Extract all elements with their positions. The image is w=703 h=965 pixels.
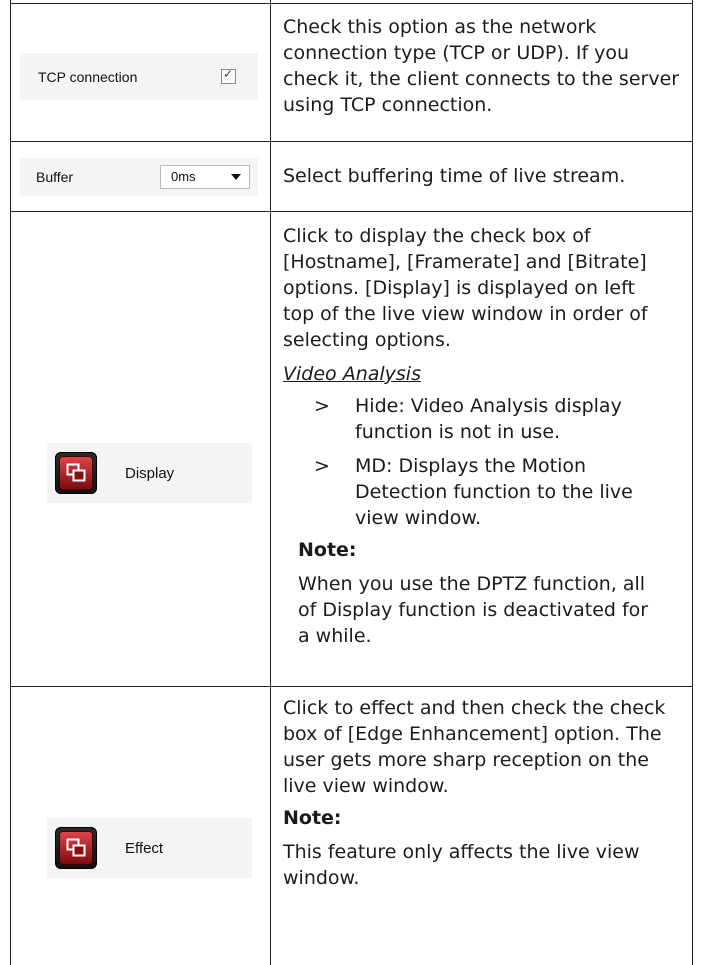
tcp-connection-label: TCP connection	[38, 69, 138, 85]
bullet-line: MD: Displays the Motion	[355, 455, 587, 477]
effect-button[interactable]	[55, 827, 97, 869]
table-border-top	[10, 3, 693, 4]
effect-description: Click to effect and then check the check…	[283, 695, 693, 891]
description-line: box of [Edge Enhancement] option. The	[283, 723, 662, 745]
description-line: options. [Display] is displayed on left	[283, 277, 635, 299]
note-line: When you use the DPTZ function, all	[298, 573, 646, 595]
feature-table: TCP connection ✓ Check this option as th…	[0, 0, 703, 965]
buffer-row-ui: Buffer 0ms	[20, 158, 258, 196]
display-description: Click to display the check box of [Hostn…	[283, 223, 693, 649]
buffer-select[interactable]: 0ms	[160, 165, 250, 189]
video-analysis-heading: Video Analysis	[283, 363, 421, 385]
buffer-select-value: 0ms	[171, 169, 196, 184]
note-line: window.	[283, 867, 360, 889]
note-line: a while.	[298, 625, 372, 647]
note-title: Note:	[298, 539, 357, 561]
effect-row-ui: Effect	[47, 818, 252, 878]
description-line: Click to display the check box of	[283, 225, 591, 247]
bullet-line: Hide: Video Analysis display	[355, 395, 622, 417]
bullet-item: > Hide: Video Analysis display function …	[283, 393, 693, 445]
display-window-icon	[59, 456, 93, 490]
bullet-line: view window.	[355, 507, 482, 529]
description-line: top of the live view window in order of	[283, 303, 648, 325]
display-label: Display	[125, 465, 175, 482]
effect-label: Effect	[125, 840, 164, 857]
bullet-marker: >	[314, 455, 330, 477]
description-line: [Hostname], [Framerate] and [Bitrate]	[283, 251, 647, 273]
description-line: selecting options.	[283, 329, 451, 351]
tcp-connection-checkbox[interactable]: ✓	[221, 67, 236, 84]
buffer-description: Select buffering time of live stream.	[283, 163, 693, 189]
table-border-left	[10, 0, 11, 965]
description-line: check it, the client connects to the ser…	[283, 68, 680, 90]
buffer-label: Buffer	[36, 169, 74, 185]
effect-window-icon	[59, 831, 93, 865]
description-line: live view window.	[283, 775, 449, 797]
description-line: Check this option as the network	[283, 16, 597, 38]
note-line: This feature only affects the live view	[283, 841, 640, 863]
note-line: of Display function is deactivated for	[298, 599, 649, 621]
tcp-connection-description: Check this option as the network connect…	[283, 14, 693, 118]
display-row-ui: Display	[47, 443, 252, 503]
bullet-line: function is not in use.	[355, 421, 561, 443]
description-line: Click to effect and then check the check	[283, 697, 666, 719]
description-line: using TCP connection.	[283, 94, 493, 116]
row-divider	[10, 141, 693, 142]
note-title: Note:	[283, 807, 342, 829]
bullet-line: Detection function to the live	[355, 481, 633, 503]
tcp-connection-row-ui: TCP connection ✓	[20, 53, 258, 100]
row-divider	[10, 686, 693, 687]
description-line: connection type (TCP or UDP). If you	[283, 42, 630, 64]
chevron-down-icon	[231, 174, 241, 180]
note-block: Note: When you use the DPTZ function, al…	[283, 537, 693, 649]
table-column-divider	[270, 0, 271, 965]
description-line: Select buffering time of live stream.	[283, 165, 626, 187]
display-button[interactable]	[55, 452, 97, 494]
checkmark-icon: ✓	[223, 67, 234, 81]
description-line: user gets more sharp reception on the	[283, 749, 649, 771]
bullet-item: > MD: Displays the Motion Detection func…	[283, 453, 693, 531]
row-divider	[10, 211, 693, 212]
bullet-marker: >	[314, 395, 330, 417]
